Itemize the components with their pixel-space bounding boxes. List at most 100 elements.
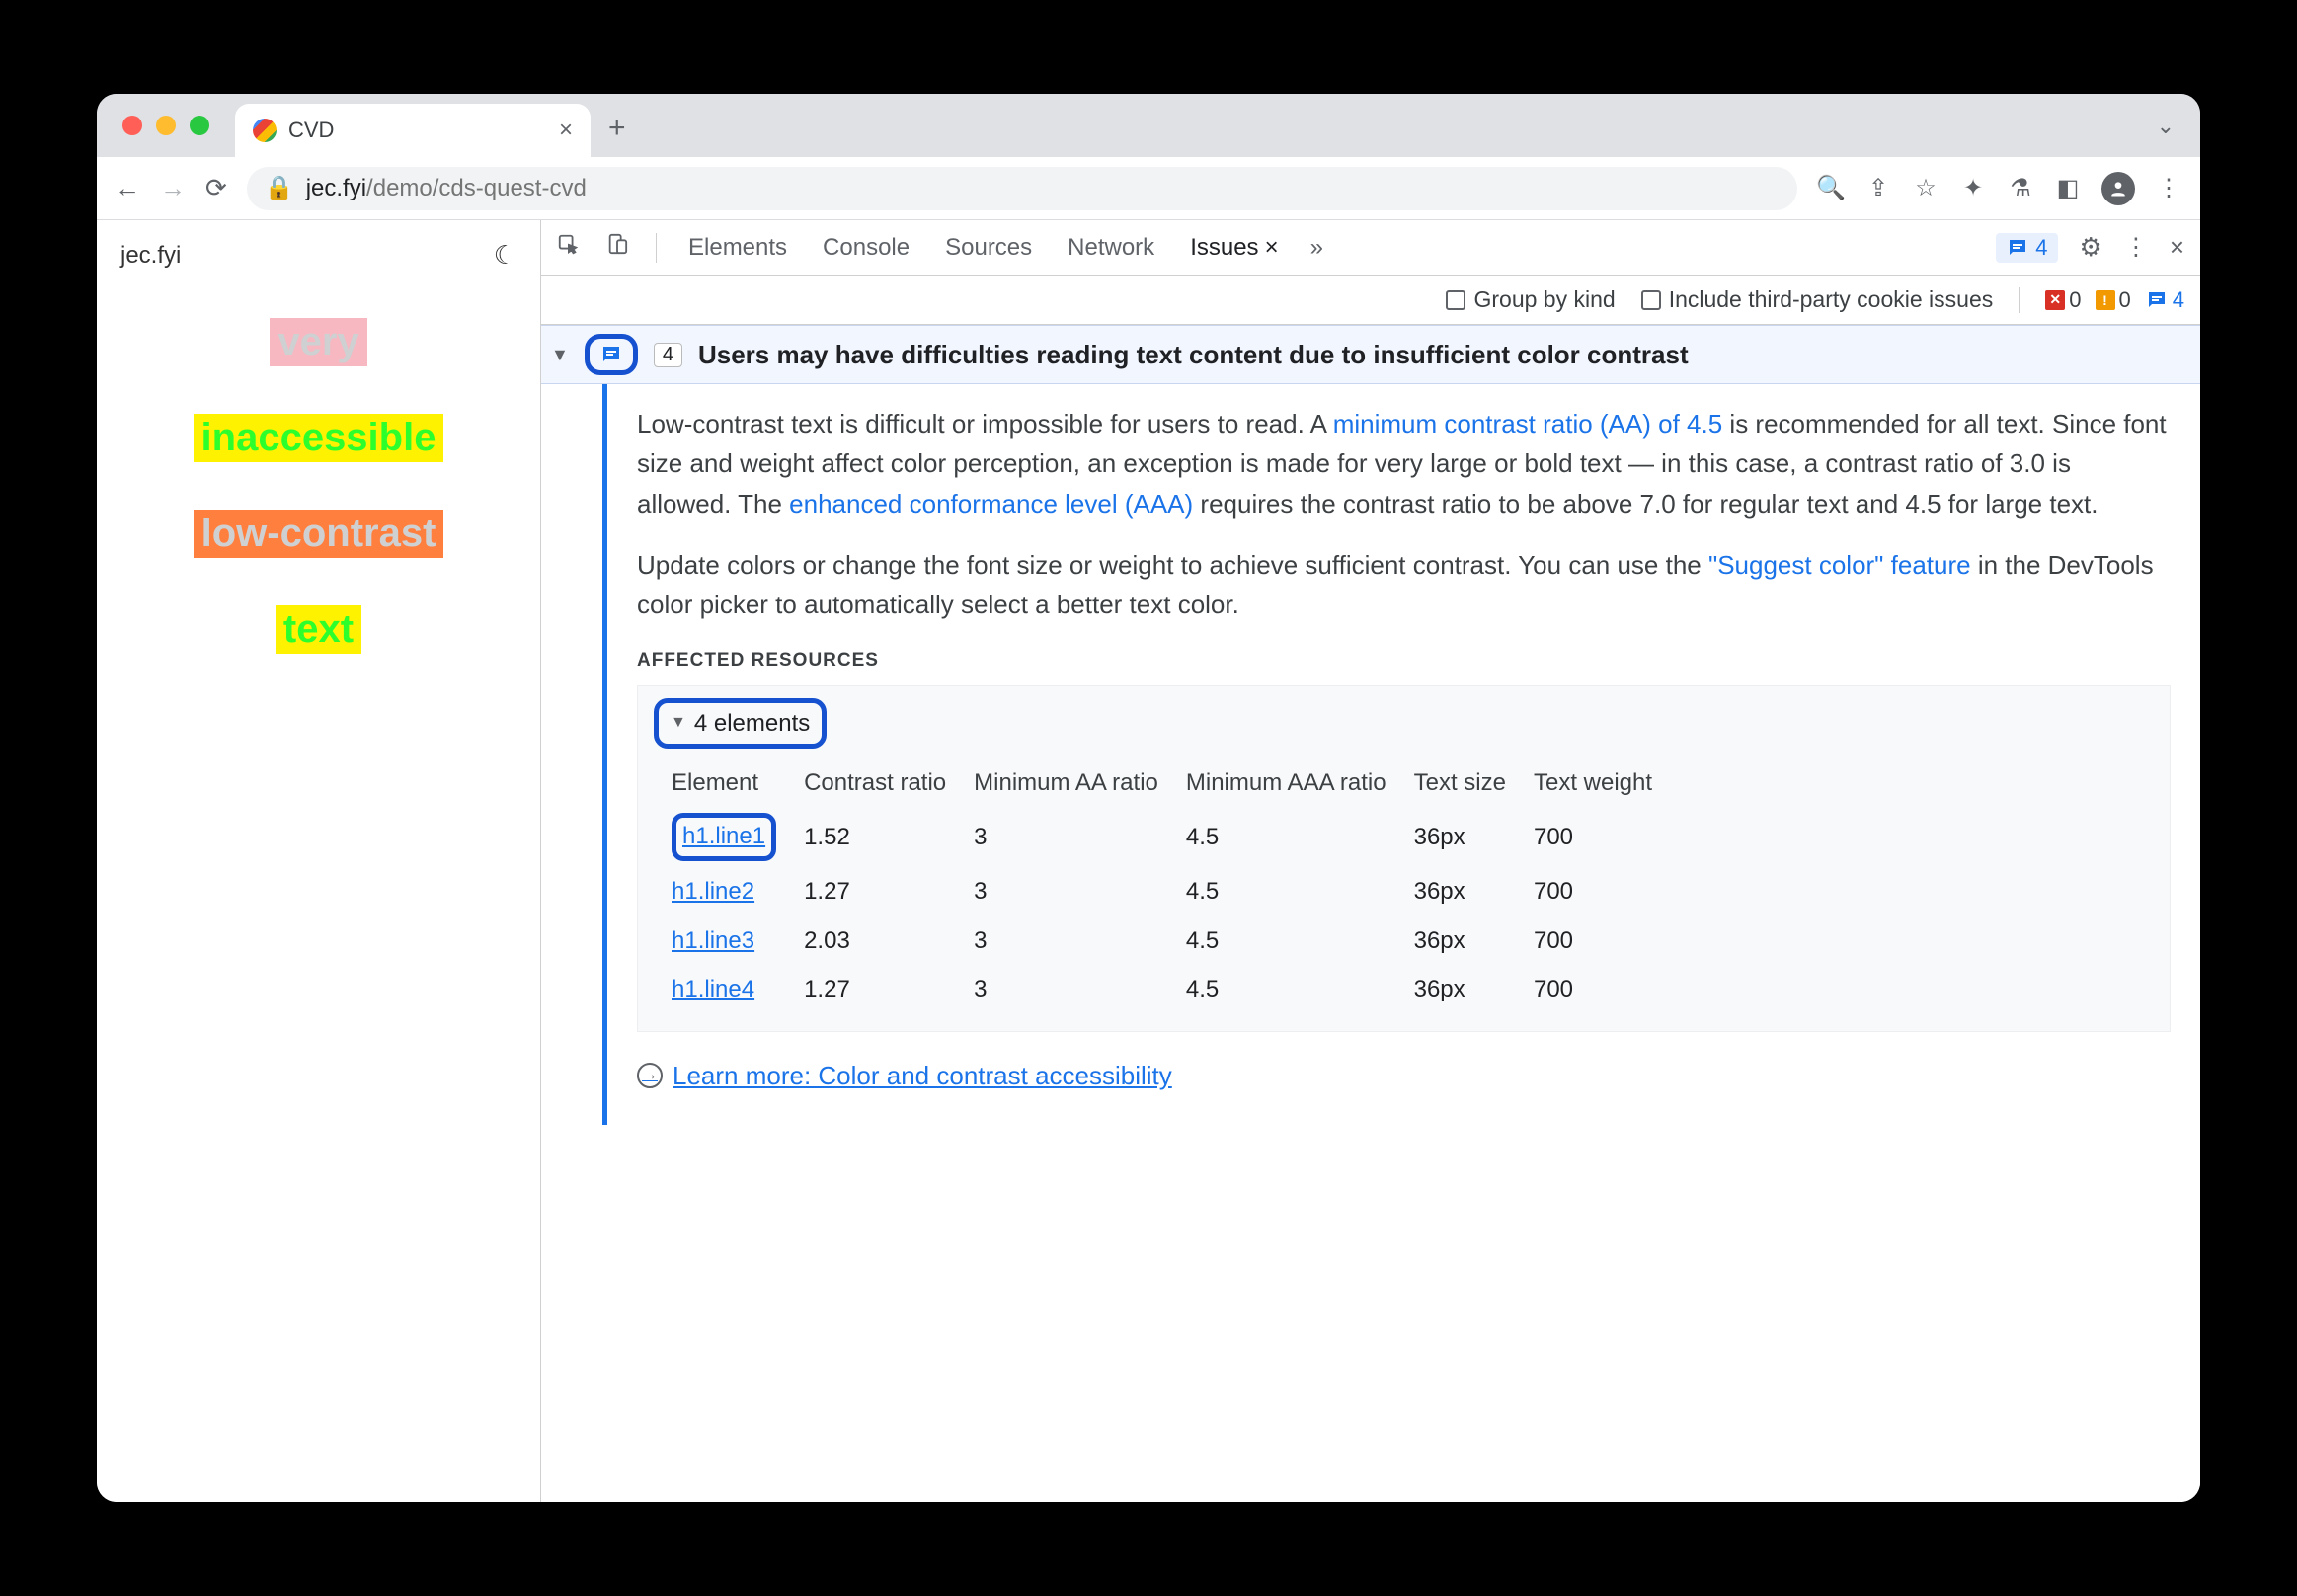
cell-cr: 1.27 xyxy=(804,867,974,916)
disclosure-triangle-icon[interactable]: ▼ xyxy=(551,345,569,365)
content-area: jec.fyi ☾ very inaccessible low-contrast… xyxy=(97,220,2200,1502)
element-link[interactable]: h1.line3 xyxy=(672,927,754,954)
cell-aa: 3 xyxy=(974,867,1186,916)
sample-word-3: low-contrast xyxy=(194,510,444,558)
group-by-kind-checkbox[interactable]: Group by kind xyxy=(1446,286,1615,313)
toolbar: ← → ⟳ 🔒 jec.fyi/demo/cds-quest-cvd 🔍 ⇪ ☆… xyxy=(97,157,2200,220)
link-suggest-color[interactable]: "Suggest color" feature xyxy=(1708,550,1971,580)
tab-sources[interactable]: Sources xyxy=(941,234,1036,262)
browser-window: CVD × + ⌄ ← → ⟳ 🔒 jec.fyi/demo/cds-quest… xyxy=(97,94,2200,1502)
new-tab-button[interactable]: + xyxy=(608,112,626,145)
highlight-element-link: h1.line1 xyxy=(672,813,776,861)
rendered-page: jec.fyi ☾ very inaccessible low-contrast… xyxy=(97,220,541,1502)
element-link[interactable]: h1.line2 xyxy=(672,878,754,905)
issue-body: Low-contrast text is difficult or imposs… xyxy=(607,384,2200,1125)
close-window-button[interactable] xyxy=(122,116,142,135)
settings-icon[interactable]: ⚙ xyxy=(2080,232,2102,263)
profile-avatar[interactable] xyxy=(2101,172,2135,205)
cell-aaa: 4.5 xyxy=(1186,965,1414,1013)
cell-size: 36px xyxy=(1414,965,1534,1013)
share-icon[interactable]: ⇪ xyxy=(1864,175,1892,202)
element-link[interactable]: h1.line4 xyxy=(672,976,754,1002)
link-aaa-level[interactable]: enhanced conformance level (AAA) xyxy=(789,489,1193,519)
reload-button[interactable]: ⟳ xyxy=(205,173,227,203)
browser-tab[interactable]: CVD × xyxy=(235,104,591,157)
warning-count: !0 xyxy=(2096,287,2131,313)
col-text-size: Text size xyxy=(1414,758,1534,807)
sample-word-4: text xyxy=(276,605,361,654)
cell-size: 36px xyxy=(1414,917,1534,965)
col-min-aa: Minimum AA ratio xyxy=(974,758,1186,807)
bookmark-icon[interactable]: ☆ xyxy=(1912,175,1940,202)
cell-wt: 700 xyxy=(1534,867,1680,916)
url-path: /demo/cds-quest-cvd xyxy=(366,175,587,201)
inspect-icon[interactable] xyxy=(557,233,579,262)
element-link[interactable]: h1.line1 xyxy=(682,823,765,849)
affected-resources-box: ▼ 4 elements Element Contrast ratio Mini… xyxy=(637,685,2171,1032)
col-text-weight: Text weight xyxy=(1534,758,1680,807)
cell-cr: 1.52 xyxy=(804,807,974,867)
cell-aaa: 4.5 xyxy=(1186,917,1414,965)
zoom-window-button[interactable] xyxy=(190,116,209,135)
disclosure-triangle-icon[interactable]: ▼ xyxy=(671,711,686,736)
close-devtools-icon[interactable]: × xyxy=(2170,232,2184,263)
link-aa-ratio[interactable]: minimum contrast ratio (AA) of 4.5 xyxy=(1333,409,1722,439)
back-button[interactable]: ← xyxy=(115,173,140,203)
forward-button[interactable]: → xyxy=(160,173,186,203)
issue-pane: ▼ 4 Users may have difficulties reading … xyxy=(541,325,2200,1502)
col-min-aaa: Minimum AAA ratio xyxy=(1186,758,1414,807)
theme-toggle-icon[interactable]: ☾ xyxy=(494,240,516,271)
error-count: ✕0 xyxy=(2045,287,2081,313)
highlight-element-count[interactable]: ▼ 4 elements xyxy=(654,698,827,749)
issue-counts: ✕0 !0 4 xyxy=(2045,287,2184,313)
labs-icon[interactable]: ⚗ xyxy=(2007,175,2034,202)
kebab-menu-icon[interactable]: ⋮ xyxy=(2124,233,2148,262)
extensions-icon[interactable]: ✦ xyxy=(1959,175,1987,202)
issue-occurrence-count: 4 xyxy=(654,343,682,367)
tab-close-icon[interactable]: × xyxy=(559,117,573,144)
cell-aa: 3 xyxy=(974,965,1186,1013)
cell-wt: 700 xyxy=(1534,965,1680,1013)
issues-filter-bar: Group by kind Include third-party cookie… xyxy=(541,276,2200,325)
sample-word-2: inaccessible xyxy=(194,414,444,462)
issues-count-badge[interactable]: 4 xyxy=(1996,233,2057,263)
table-row: h1.line4 1.27 3 4.5 36px 700 xyxy=(654,965,1680,1013)
tab-network[interactable]: Network xyxy=(1064,234,1158,262)
message-count: 4 xyxy=(2145,287,2184,313)
issue-paragraph-1: Low-contrast text is difficult or imposs… xyxy=(637,404,2171,523)
more-tabs-icon[interactable]: » xyxy=(1310,234,1323,262)
tab-console[interactable]: Console xyxy=(819,234,913,262)
cell-aaa: 4.5 xyxy=(1186,807,1414,867)
tab-list-button[interactable]: ⌄ xyxy=(2157,114,2175,139)
address-bar[interactable]: 🔒 jec.fyi/demo/cds-quest-cvd xyxy=(247,167,1797,210)
table-row: h1.line1 1.52 3 4.5 36px 700 xyxy=(654,807,1680,867)
zoom-icon[interactable]: 🔍 xyxy=(1817,175,1845,202)
table-header-row: Element Contrast ratio Minimum AA ratio … xyxy=(654,758,1680,807)
overflow-menu-icon[interactable]: ⋮ xyxy=(2155,175,2182,202)
table-row: h1.line3 2.03 3 4.5 36px 700 xyxy=(654,917,1680,965)
sidepanel-icon[interactable]: ◧ xyxy=(2054,175,2082,202)
minimize-window-button[interactable] xyxy=(156,116,176,135)
affected-elements-table: Element Contrast ratio Minimum AA ratio … xyxy=(654,758,1680,1013)
learn-more-link[interactable]: → Learn more: Color and contrast accessi… xyxy=(637,1056,1172,1095)
issue-header[interactable]: ▼ 4 Users may have difficulties reading … xyxy=(541,325,2200,384)
cell-wt: 700 xyxy=(1534,917,1680,965)
tab-close-icon[interactable]: × xyxy=(1265,234,1279,261)
lock-icon: 🔒 xyxy=(265,174,294,202)
col-contrast-ratio: Contrast ratio xyxy=(804,758,974,807)
url-host: jec.fyi xyxy=(306,175,366,201)
col-element: Element xyxy=(654,758,804,807)
device-toggle-icon[interactable] xyxy=(606,233,628,262)
cell-aaa: 4.5 xyxy=(1186,867,1414,916)
tab-elements[interactable]: Elements xyxy=(684,234,791,262)
devtools-panel: Elements Console Sources Network Issues×… xyxy=(541,220,2200,1502)
affected-resources-title: AFFECTED RESOURCES xyxy=(637,646,2171,675)
cell-size: 36px xyxy=(1414,807,1534,867)
issue-paragraph-2: Update colors or change the font size or… xyxy=(637,545,2171,625)
tab-issues[interactable]: Issues× xyxy=(1186,234,1282,262)
highlight-issue-icon xyxy=(585,334,638,375)
titlebar: CVD × + ⌄ xyxy=(97,94,2200,157)
sample-word-1: very xyxy=(270,318,366,366)
cell-cr: 1.27 xyxy=(804,965,974,1013)
third-party-checkbox[interactable]: Include third-party cookie issues xyxy=(1641,286,1994,313)
